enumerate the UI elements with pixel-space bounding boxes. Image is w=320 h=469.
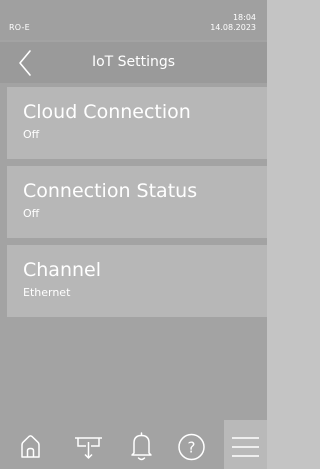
home-button[interactable] <box>6 420 55 469</box>
item-value: Off <box>23 207 40 220</box>
help-icon: ? <box>178 433 205 461</box>
item-value: Off <box>23 128 40 141</box>
item-title: Cloud Connection <box>23 101 191 123</box>
help-glyph: ? <box>188 439 196 457</box>
help-button[interactable]: ? <box>167 420 216 469</box>
clock: 18:04 14.08.2023 <box>210 13 256 33</box>
home-icon <box>21 435 40 458</box>
item-title: Connection Status <box>23 180 198 202</box>
clock-date: 14.08.2023 <box>210 23 256 32</box>
clock-time: 18:04 <box>232 13 256 22</box>
device-name: RO-E <box>9 23 30 32</box>
status-bar: RO-E 18:04 14.08.2023 <box>0 0 267 40</box>
bottom-nav: ? <box>0 420 267 469</box>
list-item-channel[interactable]: Channel Ethernet <box>7 245 267 317</box>
service-icon <box>75 437 102 459</box>
menu-icon <box>232 437 259 457</box>
menu-button[interactable] <box>224 420 267 469</box>
screen: RO-E 18:04 14.08.2023 IoT Settings Cloud… <box>0 0 267 469</box>
header: IoT Settings <box>0 42 267 83</box>
service-button[interactable] <box>64 420 113 469</box>
list-item-cloud-connection[interactable]: Cloud Connection Off <box>7 87 267 159</box>
item-value: Ethernet <box>23 286 71 299</box>
item-title: Channel <box>23 259 102 281</box>
page-title: IoT Settings <box>91 54 176 70</box>
list-item-connection-status[interactable]: Connection Status Off <box>7 166 267 238</box>
alarm-button[interactable] <box>117 420 166 469</box>
bell-icon <box>131 432 152 461</box>
